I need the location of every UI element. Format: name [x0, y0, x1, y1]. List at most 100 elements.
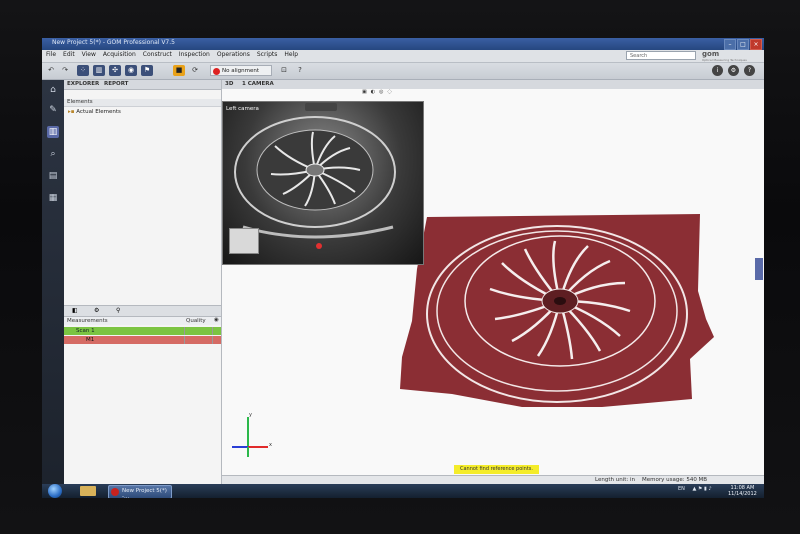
- menu-inspection[interactable]: Inspection: [179, 51, 210, 58]
- settings-icon[interactable]: ⚙: [728, 65, 739, 76]
- m1-label: M1: [86, 337, 95, 343]
- scan-icon[interactable]: ◉: [125, 65, 137, 76]
- exposure-slider[interactable]: [229, 228, 259, 254]
- explorer-panel: EXPLORER REPORT Elements ▸▪ Actual Eleme…: [64, 80, 320, 498]
- search-icon[interactable]: ⌕: [47, 148, 59, 160]
- table-row[interactable]: Scan 1: [64, 327, 320, 336]
- folder-icon: ▸▪: [68, 109, 75, 115]
- menu-file[interactable]: File: [46, 51, 56, 58]
- no-alignment-icon: [213, 68, 220, 75]
- maximize-button[interactable]: □: [737, 39, 749, 50]
- clock[interactable]: 11:08 AM 11/14/2012: [728, 485, 757, 497]
- camera-toolbar: ▣ ◐ ◎ ◌: [362, 89, 392, 95]
- sensor-icon[interactable]: ✣: [109, 65, 121, 76]
- language-indicator[interactable]: EN: [678, 486, 685, 492]
- menu-acquisition[interactable]: Acquisition: [103, 51, 136, 58]
- document-icon[interactable]: ▤: [47, 170, 59, 182]
- grid-icon[interactable]: ▥: [93, 65, 105, 76]
- menu-view[interactable]: View: [82, 51, 96, 58]
- redo-icon[interactable]: ↷: [59, 65, 71, 76]
- help-icon[interactable]: ?: [294, 65, 306, 76]
- options-icon[interactable]: ◌: [387, 89, 391, 95]
- menu-help[interactable]: Help: [284, 51, 298, 58]
- hub-hole: [554, 297, 566, 305]
- target-icon[interactable]: ⊡: [278, 65, 290, 76]
- stop-icon[interactable]: ■: [173, 65, 185, 76]
- tab-3d[interactable]: 3D: [225, 81, 233, 87]
- tree-item-actual-elements[interactable]: ▸▪ Actual Elements: [68, 109, 121, 115]
- measurement-toolbar: ◧ ⚙ ⚲: [64, 305, 221, 317]
- menu-edit[interactable]: Edit: [63, 51, 75, 58]
- wrench-icon[interactable]: ✎: [47, 104, 59, 116]
- quality-cell: [184, 336, 320, 345]
- sensor-icon[interactable]: ⚙: [94, 307, 99, 314]
- camera-view[interactable]: Left camera: [222, 101, 424, 265]
- eye-icon[interactable]: ◉: [214, 317, 219, 323]
- close-button[interactable]: ×: [750, 39, 762, 50]
- title-bar: New Project 5(*) - GOM Professional V7.5…: [42, 38, 764, 50]
- taskbar: New Project 5(*) -... EN ▲ ⚑ ▮ ♪ 11:08 A…: [42, 484, 764, 498]
- logo-brand: gom: [702, 50, 720, 58]
- 3d-viewport[interactable]: Left camera ▣ ◐ ◎ ◌ y x Cannot find refe…: [222, 89, 764, 498]
- clock-date: 11/14/2012: [728, 491, 757, 497]
- measurements-header: Measurements Quality ◉: [64, 317, 221, 325]
- side-panel-handle[interactable]: [755, 258, 763, 280]
- menu-scripts[interactable]: Scripts: [257, 51, 278, 58]
- refresh-icon[interactable]: ⟳: [189, 65, 201, 76]
- logo-tagline: Optical Measuring Techniques: [702, 58, 747, 62]
- visibility-cell[interactable]: [212, 336, 222, 344]
- y-axis-label: y: [249, 412, 252, 418]
- tab-report[interactable]: REPORT: [104, 81, 128, 87]
- length-unit: Length unit: in: [595, 477, 635, 483]
- info-icon[interactable]: i: [712, 65, 723, 76]
- axis-triad: y x: [232, 412, 272, 457]
- system-tray: EN ▲ ⚑ ▮ ♪: [678, 486, 712, 492]
- actual-elements-label: Actual Elements: [76, 109, 121, 115]
- left-sidebar: ⌂ ✎ ▥ ⌕ ▤ ▦: [42, 80, 64, 498]
- menu-operations[interactable]: Operations: [217, 51, 250, 58]
- lamp-icon[interactable]: ◐: [371, 89, 375, 95]
- tab-explorer[interactable]: EXPLORER: [67, 81, 99, 87]
- quality-cell: [184, 327, 320, 336]
- measurements-label: Measurements: [67, 318, 108, 324]
- memory-usage: Memory usage: 540 MB: [642, 477, 708, 483]
- menu-construct[interactable]: Construct: [143, 51, 172, 58]
- menu-bar: File Edit View Acquisition Construct Ins…: [42, 50, 764, 63]
- quality-label: Quality: [186, 318, 206, 324]
- start-button[interactable]: [48, 484, 62, 498]
- status-message: Cannot find reference points.: [454, 465, 539, 474]
- tree-icon[interactable]: ⚲: [116, 307, 120, 314]
- x-axis-label: x: [269, 442, 272, 448]
- menu-items: File Edit View Acquisition Construct Ins…: [46, 51, 298, 58]
- alignment-select[interactable]: No alignment: [210, 65, 272, 76]
- question-icon[interactable]: ?: [744, 65, 755, 76]
- gom-logo: gom Optical Measuring Techniques: [702, 50, 758, 62]
- flag-icon[interactable]: ⚑: [141, 65, 153, 76]
- camera-icon[interactable]: ◎: [379, 89, 383, 95]
- application-window: New Project 5(*) - GOM Professional V7.5…: [42, 38, 764, 498]
- window-title: New Project 5(*) - GOM Professional V7.5: [52, 39, 175, 46]
- explorer-folder-icon[interactable]: [80, 486, 96, 496]
- taskbar-app-button[interactable]: New Project 5(*) -...: [108, 485, 172, 498]
- elements-header: Elements: [64, 99, 221, 107]
- measure-icon[interactable]: ▥: [47, 126, 59, 138]
- home-icon[interactable]: ⌂: [47, 84, 59, 96]
- table-icon[interactable]: ▦: [47, 192, 59, 204]
- table-row[interactable]: M1: [64, 336, 320, 345]
- alignment-label: No alignment: [222, 68, 260, 74]
- visibility-cell[interactable]: [212, 327, 222, 335]
- points-icon[interactable]: ⁘: [77, 65, 89, 76]
- view-icon[interactable]: ◧: [72, 307, 78, 314]
- scan-label: Scan 1: [76, 328, 95, 334]
- search-input[interactable]: Search: [626, 51, 696, 60]
- explorer-tabs: EXPLORER REPORT: [64, 80, 221, 90]
- window-controls: – □ ×: [724, 39, 762, 50]
- taskbar-app-label: New Project 5(*) -...: [122, 488, 167, 498]
- undo-icon[interactable]: ↶: [45, 65, 57, 76]
- tab-camera[interactable]: 1 CAMERA: [242, 81, 274, 87]
- gom-app-icon: [111, 488, 119, 496]
- tray-icons[interactable]: ▲ ⚑ ▮ ♪: [693, 486, 712, 492]
- view-icon[interactable]: ▣: [362, 89, 367, 95]
- toolbar: ↶ ↷ ⁘ ▥ ✣ ◉ ⚑ ■ ⟳ No alignment ⊡ ? i ⚙ ?: [42, 63, 764, 80]
- minimize-button[interactable]: –: [724, 39, 736, 50]
